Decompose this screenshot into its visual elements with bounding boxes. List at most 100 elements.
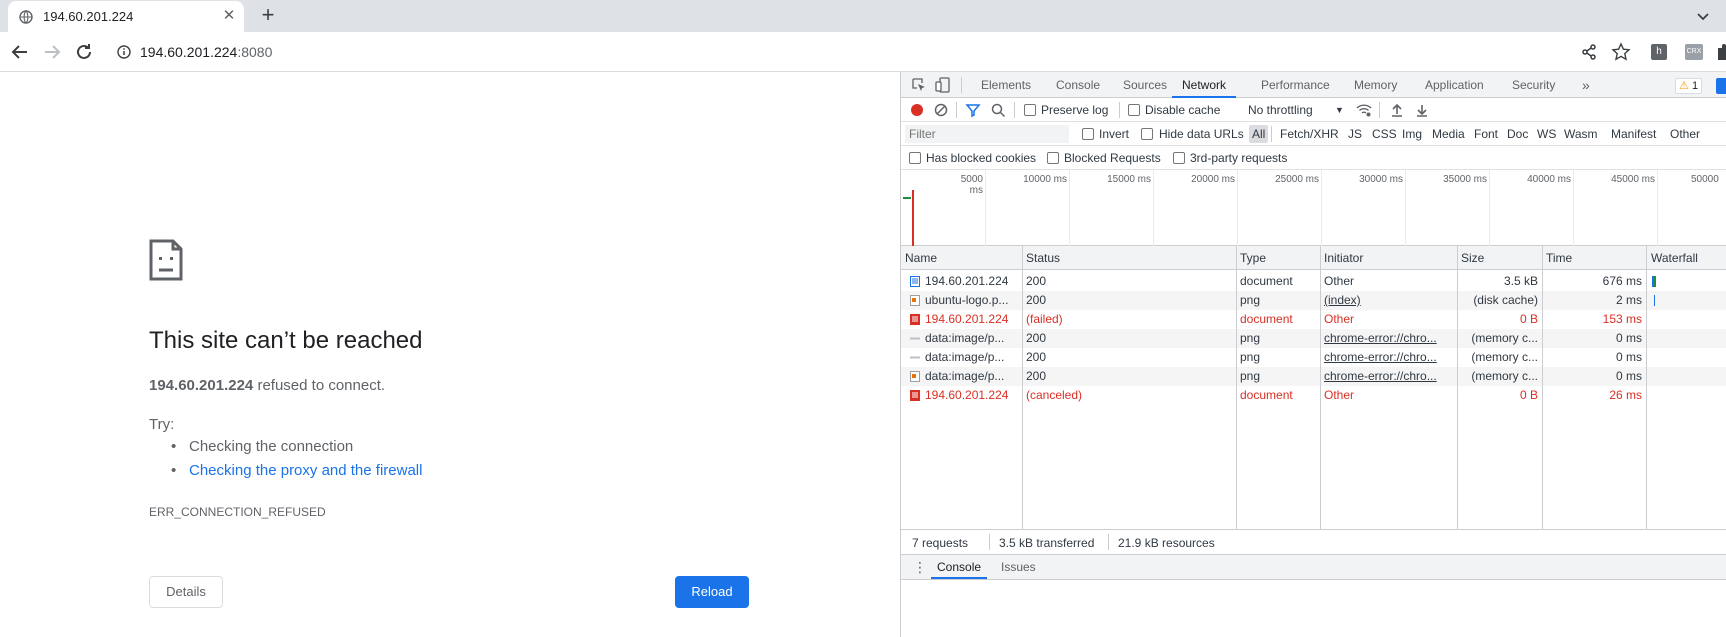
request-name: 194.60.201.224 — [925, 388, 1009, 402]
extension-h-icon[interactable]: h — [1651, 44, 1667, 60]
address-bar[interactable]: 194.60.201.224:8080 — [108, 36, 1593, 68]
tab-application[interactable]: Application — [1425, 72, 1484, 98]
throttling-select[interactable]: No throttling — [1248, 103, 1313, 117]
has-blocked-cookies-checkbox[interactable] — [909, 152, 921, 164]
bookmark-star-icon[interactable] — [1611, 42, 1631, 62]
tab-sources[interactable]: Sources — [1123, 72, 1167, 98]
type-filter-js[interactable]: JS — [1345, 125, 1365, 143]
request-initiator[interactable]: chrome-error://chro... — [1324, 348, 1454, 367]
drawer-tab-issues[interactable]: Issues — [1001, 555, 1036, 579]
tab-close-icon[interactable]: ✕ — [222, 8, 236, 23]
reload-button[interactable]: Reload — [675, 576, 749, 608]
preserve-log-checkbox[interactable] — [1024, 104, 1036, 116]
inspect-element-icon[interactable] — [911, 77, 927, 93]
request-status: (canceled) — [1026, 388, 1083, 402]
try-label: Try: — [149, 416, 175, 433]
overview-tick-label: 10000 ms — [1023, 174, 1067, 185]
type-filter-media[interactable]: Media — [1429, 125, 1468, 143]
suggestion-check-proxy-link[interactable]: Checking the proxy and the firewall — [171, 462, 422, 486]
request-name: 194.60.201.224 — [925, 274, 1009, 288]
details-button[interactable]: Details — [149, 576, 223, 608]
drawer-menu-icon[interactable]: ⋮ — [913, 555, 927, 579]
warnings-badge[interactable]: ⚠ 1 — [1675, 78, 1703, 94]
column-type[interactable]: Type — [1236, 246, 1266, 270]
record-icon[interactable] — [909, 102, 925, 118]
search-icon[interactable] — [990, 102, 1006, 118]
request-type: document — [1240, 274, 1293, 288]
reload-icon[interactable] — [73, 41, 95, 63]
error-host: 194.60.201.224 — [149, 377, 254, 394]
url-port: :8080 — [237, 44, 273, 60]
network-conditions-icon[interactable] — [1356, 102, 1372, 118]
type-filter-doc[interactable]: Doc — [1504, 125, 1531, 143]
third-party-checkbox[interactable] — [1173, 152, 1185, 164]
type-filter-all[interactable]: All — [1249, 125, 1269, 143]
blocked-requests-checkbox[interactable] — [1047, 152, 1059, 164]
request-row[interactable]: 194.60.201.224 (canceled) document Other 0 B… — [901, 386, 1726, 405]
warning-count: 1 — [1691, 80, 1699, 92]
overview-gridline — [1657, 170, 1658, 246]
import-har-icon[interactable] — [1389, 102, 1405, 118]
request-row[interactable]: 194.60.201.224 (failed) document Other 0 B 15… — [901, 310, 1726, 329]
preserve-log-label: Preserve log — [1041, 103, 1109, 117]
column-size[interactable]: Size — [1457, 246, 1484, 270]
type-filter-fetch-xhr[interactable]: Fetch/XHR — [1277, 125, 1342, 143]
tab-performance[interactable]: Performance — [1261, 72, 1330, 98]
tab-elements[interactable]: Elements — [981, 72, 1031, 98]
site-info-icon[interactable] — [117, 45, 131, 59]
tab-search-chevron-icon[interactable] — [1693, 6, 1713, 26]
more-tabs-icon[interactable]: » — [1582, 72, 1590, 98]
column-time[interactable]: Time — [1542, 246, 1572, 270]
share-icon[interactable] — [1579, 42, 1599, 62]
throttling-dropdown-icon[interactable]: ▼ — [1335, 105, 1344, 115]
hide-data-urls-checkbox[interactable] — [1141, 128, 1153, 140]
column-waterfall[interactable]: Waterfall — [1647, 246, 1698, 270]
overview-tick-label: 15000 ms — [1107, 174, 1151, 185]
back-icon[interactable] — [9, 41, 31, 63]
overview-tick-label: 5000 ms — [960, 174, 983, 196]
type-filter-other[interactable]: Other — [1667, 125, 1703, 143]
network-overview[interactable]: 5000 ms 10000 ms 15000 ms 20000 ms 25000… — [901, 170, 1726, 246]
column-divider — [1646, 246, 1647, 529]
column-status[interactable]: Status — [1022, 246, 1060, 270]
new-tab-icon[interactable]: + — [257, 4, 279, 27]
request-size: (memory c... — [1471, 331, 1538, 345]
request-name: data:image/p... — [925, 350, 1005, 364]
type-filter-font[interactable]: Font — [1471, 125, 1501, 143]
request-row[interactable]: data:image/p... 200 png chrome-error://chro… — [901, 329, 1726, 348]
type-filter-css[interactable]: CSS — [1369, 125, 1400, 143]
clear-icon[interactable] — [933, 102, 949, 118]
type-filter-img[interactable]: Img — [1399, 125, 1425, 143]
extension-crx-icon[interactable]: CRX — [1685, 44, 1703, 60]
filter-input[interactable] — [905, 125, 1069, 143]
column-name[interactable]: Name — [901, 246, 937, 270]
invert-checkbox[interactable] — [1082, 128, 1094, 140]
request-type: document — [1240, 388, 1293, 402]
browser-tab[interactable]: 194.60.201.224 ✕ — [8, 1, 244, 32]
request-initiator[interactable]: (index) — [1324, 291, 1454, 310]
error-message: 194.60.201.224 refused to connect. — [149, 377, 385, 394]
messages-badge-icon[interactable] — [1716, 78, 1726, 94]
type-filter-manifest[interactable]: Manifest — [1608, 125, 1659, 143]
request-row[interactable]: ubuntu-logo.p... 200 png (index) (disk cache… — [901, 291, 1726, 310]
request-row[interactable]: data:image/p... 200 png chrome-error://chro… — [901, 348, 1726, 367]
request-row[interactable]: 194.60.201.224 200 document Other 3.5 kB 676 … — [901, 272, 1726, 291]
tab-memory[interactable]: Memory — [1354, 72, 1397, 98]
filter-icon[interactable] — [965, 102, 981, 118]
type-filter-ws[interactable]: WS — [1534, 125, 1559, 143]
device-toolbar-icon[interactable] — [935, 77, 951, 93]
tab-console[interactable]: Console — [1056, 72, 1100, 98]
tab-security[interactable]: Security — [1512, 72, 1555, 98]
export-har-icon[interactable] — [1414, 102, 1430, 118]
tab-network[interactable]: Network — [1172, 72, 1237, 98]
forward-icon[interactable] — [41, 41, 63, 63]
column-initiator[interactable]: Initiator — [1320, 246, 1363, 270]
request-initiator: Other — [1324, 388, 1355, 402]
drawer-tab-console[interactable]: Console — [931, 555, 988, 579]
request-initiator[interactable]: chrome-error://chro... — [1324, 367, 1454, 386]
request-row[interactable]: data:image/p... 200 png chrome-error://chro… — [901, 367, 1726, 386]
disable-cache-checkbox[interactable] — [1128, 104, 1140, 116]
extensions-puzzle-icon[interactable] — [1714, 42, 1726, 62]
type-filter-wasm[interactable]: Wasm — [1561, 125, 1601, 143]
request-initiator[interactable]: chrome-error://chro... — [1324, 329, 1454, 348]
